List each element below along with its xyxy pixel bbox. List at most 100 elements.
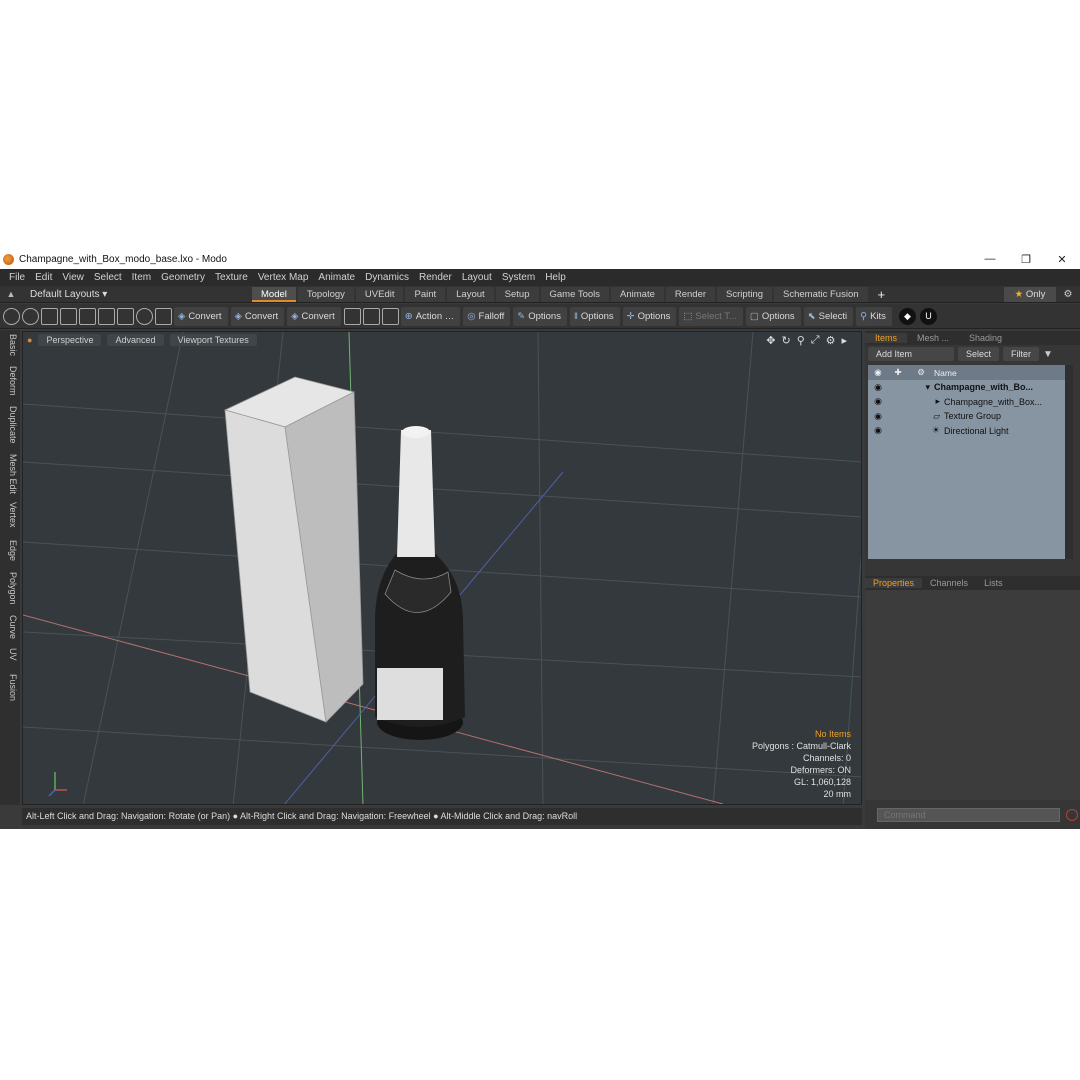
menu-texture[interactable]: Texture	[210, 272, 253, 283]
pan-icon[interactable]: ✥	[766, 334, 775, 347]
tab-topology[interactable]: Topology	[297, 286, 354, 302]
items-mode-icon[interactable]	[60, 307, 77, 325]
add-tab-button[interactable]: +	[870, 287, 894, 302]
zoom-icon[interactable]: ⚲	[797, 334, 805, 347]
menu-render[interactable]: Render	[414, 272, 457, 283]
falloff-button[interactable]: ◎ Falloff	[463, 306, 511, 326]
menu-help[interactable]: Help	[540, 272, 571, 283]
layout-collapse-icon[interactable]: ▲	[0, 289, 22, 299]
tab-shading[interactable]: Shading	[959, 333, 1012, 343]
items-scrollbar[interactable]	[1065, 365, 1073, 559]
options-button-4[interactable]: ▢ Options	[745, 306, 801, 326]
menu-geometry[interactable]: Geometry	[156, 272, 210, 283]
options-button-2[interactable]: ‖ Options	[569, 306, 620, 326]
menu-dynamics[interactable]: Dynamics	[360, 272, 414, 283]
list-item[interactable]: ◉ ▾ Champagne_with_Bo...	[868, 380, 1065, 395]
menu-edit[interactable]: Edit	[30, 272, 57, 283]
tab-uvedit[interactable]: UVEdit	[355, 286, 404, 302]
workplane-icon[interactable]	[362, 307, 380, 325]
vtab-basic[interactable]: Basic	[2, 334, 18, 356]
select-through-button[interactable]: ⬚ Select T...	[679, 306, 743, 326]
polygons-mode-icon[interactable]	[41, 307, 58, 325]
name-column[interactable]: Name	[934, 368, 957, 378]
menu-animate[interactable]: Animate	[313, 272, 360, 283]
menu-file[interactable]: File	[4, 272, 30, 283]
vertices-mode-icon[interactable]	[3, 307, 20, 325]
list-item[interactable]: ◉ ▱ Texture Group	[868, 409, 1065, 424]
tab-schematic-fusion[interactable]: Schematic Fusion	[774, 286, 868, 302]
add-item-button[interactable]: Add Item	[868, 347, 954, 361]
tab-channels[interactable]: Channels	[922, 578, 976, 588]
shield-icon[interactable]	[381, 307, 399, 325]
only-toggle[interactable]: ★ Only	[1004, 286, 1056, 302]
close-button[interactable]: ✕	[1044, 253, 1080, 266]
menu-vertex-map[interactable]: Vertex Map	[253, 272, 314, 283]
edges-mode-icon[interactable]	[22, 307, 39, 325]
vtab-polygon[interactable]: Polygon	[2, 572, 18, 605]
vtab-fusion[interactable]: Fusion	[2, 674, 18, 701]
menu-item[interactable]: Item	[127, 272, 156, 283]
selection-button[interactable]: ⬉ Selecti	[803, 306, 854, 326]
unity-icon[interactable]: ◆	[898, 307, 916, 325]
tab-mesh[interactable]: Mesh ...	[907, 333, 959, 343]
vtab-deform[interactable]: Deform	[2, 366, 18, 396]
vtab-vertex[interactable]: Vertex	[2, 502, 18, 528]
command-input[interactable]	[877, 808, 1060, 822]
viewport-textures-button[interactable]: Viewport Textures	[169, 333, 257, 346]
action-center-button[interactable]: ⊕ Action …	[400, 306, 461, 326]
tab-properties[interactable]: Properties	[865, 578, 923, 588]
snap-icon[interactable]	[136, 307, 153, 325]
tab-lists[interactable]: Lists	[976, 578, 1011, 588]
kits-button[interactable]: ⚲ Kits	[856, 306, 892, 326]
convert-button-3[interactable]: ◈ Convert	[287, 306, 341, 326]
select-button[interactable]: Select	[958, 347, 1000, 361]
convert-button-2[interactable]: ◈ Convert	[230, 306, 285, 326]
tab-items[interactable]: Items	[865, 333, 908, 343]
tab-model[interactable]: Model	[252, 286, 296, 302]
pivot-mode-icon[interactable]	[98, 307, 115, 325]
tab-render[interactable]: Render	[665, 286, 716, 302]
unreal-icon[interactable]: U	[919, 307, 937, 325]
symmetry-icon[interactable]	[343, 307, 361, 325]
menu-layout[interactable]: Layout	[457, 272, 497, 283]
fit-icon[interactable]: ⤢	[811, 334, 820, 347]
tab-game-tools[interactable]: Game Tools	[540, 286, 610, 302]
cube-icon[interactable]	[155, 307, 172, 325]
eye-icon[interactable]: ◉	[868, 425, 888, 436]
eye-icon[interactable]: ◉	[868, 411, 888, 422]
eye-icon[interactable]: ◉	[868, 396, 888, 407]
menu-system[interactable]: System	[497, 272, 540, 283]
tab-animate[interactable]: Animate	[611, 286, 664, 302]
viewport-gear-icon[interactable]: ⚙	[826, 334, 836, 347]
tab-layout[interactable]: Layout	[447, 286, 494, 302]
vtab-edge[interactable]: Edge	[2, 540, 18, 561]
vtab-mesh-edit[interactable]: Mesh Edit	[2, 454, 18, 494]
eye-icon[interactable]: ◉	[868, 382, 888, 393]
funnel-icon[interactable]: ▼	[1043, 349, 1053, 360]
expand-arrow-icon[interactable]: ▾	[888, 382, 934, 393]
tab-setup[interactable]: Setup	[495, 286, 539, 302]
list-item[interactable]: ◉ ▸ Champagne_with_Box...	[868, 395, 1065, 410]
rotate-icon[interactable]: ↻	[782, 334, 791, 347]
options-button-1[interactable]: ✎ Options	[513, 306, 567, 326]
vtab-duplicate[interactable]: Duplicate	[2, 406, 18, 444]
perspective-button[interactable]: Perspective	[38, 333, 102, 346]
stop-icon[interactable]	[1066, 809, 1078, 821]
expand-arrow-icon[interactable]: ▸	[888, 396, 944, 407]
options-button-3[interactable]: ✛ Options	[622, 306, 677, 326]
convert-button-1[interactable]: ◈ Convert	[174, 306, 228, 326]
center-mode-icon[interactable]	[117, 307, 134, 325]
filter-button[interactable]: Filter	[1003, 347, 1040, 361]
viewport-expand-icon[interactable]: ▸	[841, 334, 847, 347]
maximize-button[interactable]: ❐	[1008, 253, 1044, 266]
tab-scripting[interactable]: Scripting	[717, 286, 773, 302]
default-layouts-dropdown[interactable]: Default Layouts ▾	[22, 289, 252, 300]
gear-icon[interactable]: ⚙	[1056, 289, 1080, 300]
viewport-menu-dot[interactable]: ●	[27, 335, 32, 345]
tab-paint[interactable]: Paint	[405, 286, 446, 302]
vtab-curve[interactable]: Curve	[2, 615, 18, 639]
list-item[interactable]: ◉ ☀ Directional Light	[868, 424, 1065, 439]
vtab-uv[interactable]: UV	[2, 648, 18, 661]
materials-mode-icon[interactable]	[79, 307, 96, 325]
3d-viewport[interactable]: ● Perspective Advanced Viewport Textures…	[22, 331, 862, 805]
